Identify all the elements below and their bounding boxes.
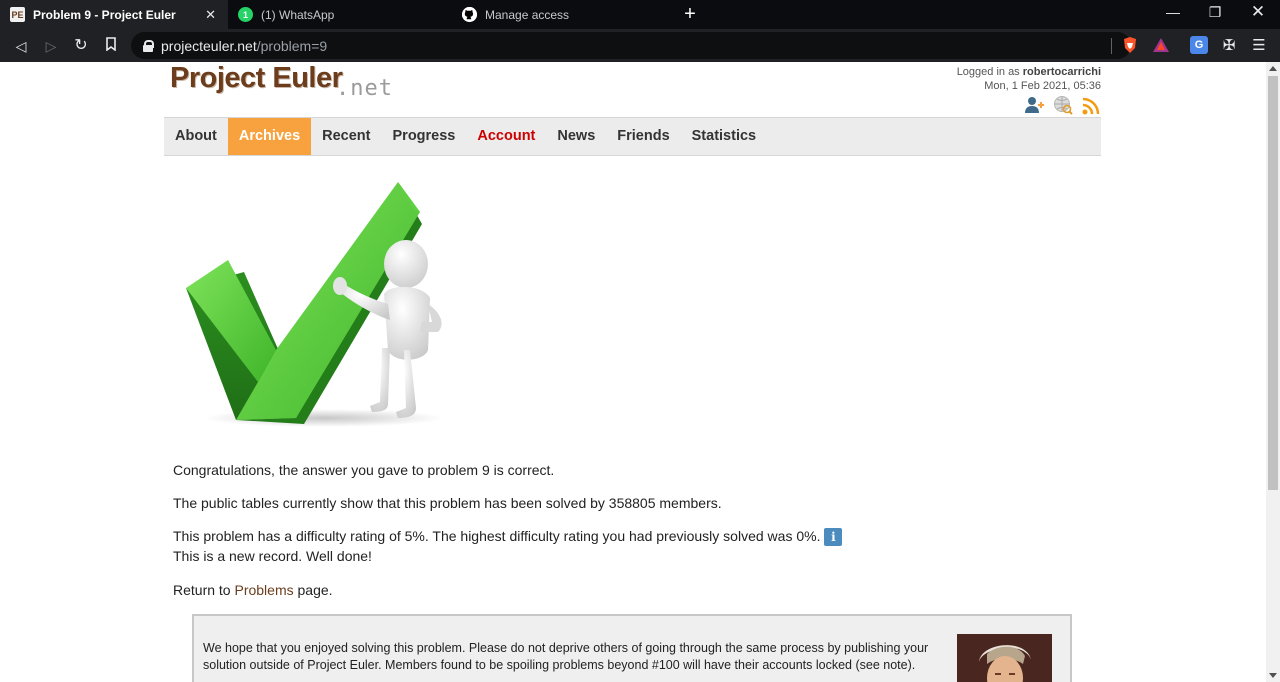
bookmark-icon[interactable] [100,35,122,57]
tab-github[interactable]: Manage access [452,0,676,29]
scroll-thumb[interactable] [1268,76,1278,490]
close-tab-icon[interactable]: ✕ [205,7,216,23]
github-icon [462,7,477,22]
logo-suffix: .net [336,76,393,101]
nav-news[interactable]: News [546,118,606,155]
spoiler-notice-text: We hope that you enjoyed solving this pr… [203,641,929,672]
tab-title: Problem 9 - Project Euler [33,7,176,22]
correct-answer-checkmark-illustration [184,180,454,430]
url-path: /problem=9 [256,37,328,54]
info-icon[interactable]: i [824,528,843,547]
tab-strip: PE Problem 9 - Project Euler ✕ 1 (1) Wha… [0,0,1280,29]
spoiler-notice-box: We hope that you enjoyed solving this pr… [192,614,1072,682]
new-record-text: This is a new record. Well done! [173,548,372,565]
scroll-down-icon[interactable] [1269,673,1277,678]
nav-progress[interactable]: Progress [382,118,467,155]
extensions-puzzle-icon[interactable]: ✠ [1220,36,1238,54]
user-info: Logged in as robertocarrichi Mon, 1 Feb … [957,65,1101,93]
username[interactable]: robertocarrichi [1023,66,1101,78]
current-datetime: Mon, 1 Feb 2021, 05:36 [984,80,1101,92]
logo-text: Project Euler [170,62,343,94]
congratulations-message: Congratulations, the answer you gave to … [173,462,555,478]
url-host: projecteuler.net [161,37,257,54]
nav-archives[interactable]: Archives [227,118,312,155]
tab-title: Manage access [485,7,570,22]
restore-icon[interactable]: ❐ [1200,4,1230,21]
project-euler-favicon-icon: PE [10,7,25,22]
browser-toolbar: ◁ ▷ ↻ projecteuler.net/problem=9 G ✠ ☰ [0,29,1280,62]
menu-icon[interactable]: ☰ [1250,36,1268,54]
tab-title: (1) WhatsApp [261,7,335,22]
friends-icon[interactable] [1025,95,1045,115]
new-tab-button[interactable]: + [680,3,700,26]
return-message: Return to Problems page. [173,580,333,600]
logged-in-label: Logged in as [956,66,1023,78]
back-icon[interactable]: ◁ [10,35,32,57]
main-navigation: About Archives Recent Progress Account N… [164,117,1101,156]
whatsapp-icon: 1 [238,7,253,22]
difficulty-message: This problem has a difficulty rating of … [173,526,843,566]
return-suffix: page. [293,582,333,598]
tab-whatsapp[interactable]: 1 (1) WhatsApp [228,0,452,29]
globe-search-icon[interactable] [1053,95,1073,115]
close-window-icon[interactable]: ✕ [1243,2,1273,22]
site-logo[interactable]: Project Euler .net [170,62,392,102]
nav-friends[interactable]: Friends [606,118,680,155]
scroll-up-icon[interactable] [1269,66,1277,71]
minimize-icon[interactable]: — [1158,4,1188,20]
difficulty-text: This problem has a difficulty rating of … [173,528,821,544]
return-prefix: Return to [173,582,235,598]
solved-count-message: The public tables currently show that th… [173,495,722,511]
euler-portrait-image [957,634,1052,682]
tab-project-euler[interactable]: PE Problem 9 - Project Euler ✕ [0,0,228,29]
problems-link[interactable]: Problems [234,582,293,598]
brave-rewards-icon[interactable] [1152,36,1170,54]
user-icon-bar [1025,95,1101,115]
page-viewport: Project Euler .net Logged in as robertoc… [0,62,1266,682]
nav-recent[interactable]: Recent [311,118,381,155]
forward-icon[interactable]: ▷ [40,35,62,57]
reload-icon[interactable]: ↻ [70,35,92,57]
brave-shield-icon[interactable] [1121,36,1139,54]
address-bar[interactable]: projecteuler.net/problem=9 [131,32,1131,59]
google-translate-icon[interactable]: G [1190,36,1208,54]
lock-icon [143,39,154,52]
nav-statistics[interactable]: Statistics [681,118,767,155]
omnibox-divider [1111,38,1112,54]
nav-about[interactable]: About [164,118,228,155]
rss-feed-icon[interactable] [1081,95,1101,115]
nav-account[interactable]: Account [466,118,546,155]
page-scrollbar[interactable] [1266,62,1280,682]
